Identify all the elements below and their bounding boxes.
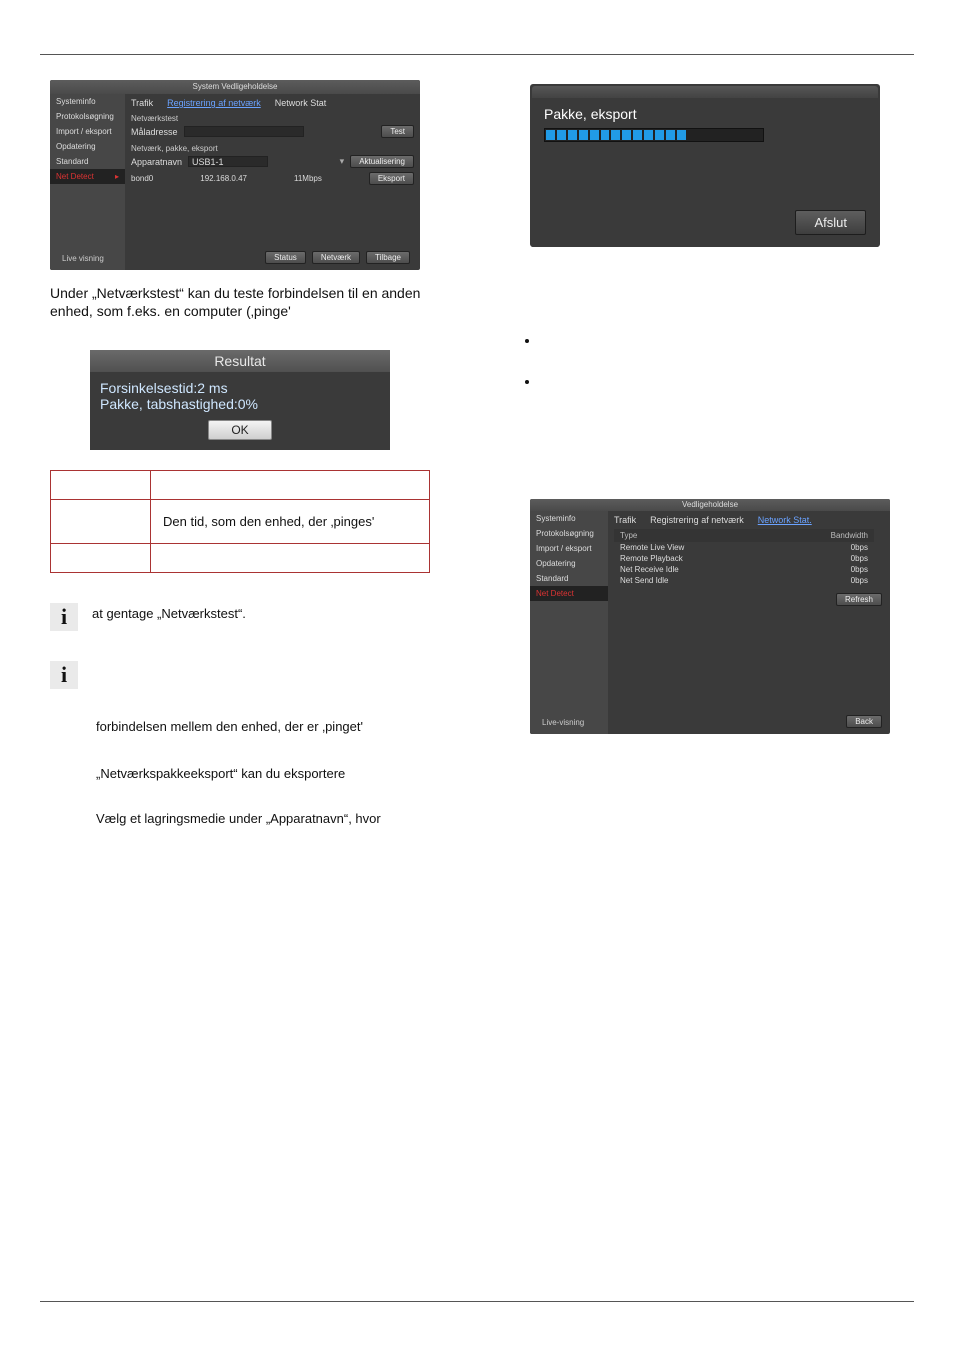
sidebar-item[interactable]: Systeminfo — [50, 94, 125, 109]
definition-table: Den tid, som den enhed, der ‚pinges' — [50, 470, 430, 573]
sidebar-item[interactable]: Protokolsøgning — [530, 526, 608, 541]
tab-trafik[interactable]: Trafik — [614, 515, 636, 525]
chevron-right-icon: ▸ — [115, 172, 119, 181]
info-text-1: at gentage „Netværkstest“. — [92, 603, 246, 623]
bullet-item — [540, 333, 890, 348]
tab-trafik[interactable]: Trafik — [131, 98, 153, 108]
tab-network-stat[interactable]: Network Stat — [275, 98, 327, 108]
afslut-button[interactable]: Afslut — [795, 210, 866, 235]
maintenance-panel-bandwidth: Vedligeholdelse Systeminfo Protokolsøgni… — [530, 499, 890, 734]
panel3-tabs: Trafik Registrering af netværk Network S… — [614, 515, 884, 525]
table-cell — [51, 471, 151, 500]
bw-type: Remote Playback — [620, 554, 683, 563]
pakke-title: Pakke, eksport — [532, 98, 878, 128]
paragraph-under-panel1: Under „Netværkstest“ kan du teste forbin… — [50, 284, 440, 320]
section-netvaerkstest: Netværkstest — [131, 114, 414, 123]
bw-val: 0bps — [851, 576, 868, 585]
tab-network-stat[interactable]: Network Stat. — [758, 515, 812, 525]
sidebar-item[interactable]: Opdatering — [50, 139, 125, 154]
table-cell — [51, 544, 151, 573]
panel3-title: Vedligeholdelse — [530, 499, 890, 511]
tab-registrering[interactable]: Registrering af netværk — [650, 515, 744, 525]
sidebar-item[interactable]: Import / eksport — [530, 541, 608, 556]
netvaerk-button[interactable]: Netværk — [312, 251, 360, 264]
info-icon: i — [50, 603, 78, 631]
sidebar-item-live[interactable]: Live-visning — [536, 715, 590, 730]
sidebar-item-selected[interactable]: Net Detect — [530, 586, 608, 601]
sidebar-item[interactable]: Standard — [50, 154, 125, 169]
sidebar-item[interactable]: Systeminfo — [530, 511, 608, 526]
bullet-item — [540, 374, 890, 389]
bw-val: 0bps — [851, 565, 868, 574]
bw-val: 0bps — [851, 554, 868, 563]
tab-row: Trafik Registrering af netværk Network S… — [131, 98, 414, 108]
test-button[interactable]: Test — [381, 125, 414, 138]
bw-type: Remote Live View — [620, 543, 684, 552]
sidebar-item[interactable]: Protokolsøgning — [50, 109, 125, 124]
dropdown-icon[interactable]: ▾ — [340, 156, 345, 167]
progress-bar — [544, 128, 764, 142]
resultat-title: Resultat — [90, 350, 390, 372]
bw-type: Net Receive Idle — [620, 565, 679, 574]
ip-input[interactable] — [184, 126, 304, 137]
status-button[interactable]: Status — [265, 251, 306, 264]
row-ip: 192.168.0.47 — [200, 174, 247, 183]
resultat-line2: Pakke, tabshastighed:0% — [100, 396, 380, 412]
sidebar-item[interactable]: Import / eksport — [50, 124, 125, 139]
tilbage-button[interactable]: Tilbage — [366, 251, 410, 264]
panel3-sidebar: Systeminfo Protokolsøgning Import / eksp… — [530, 511, 608, 734]
panel-title: System Vedligeholdelse — [50, 80, 420, 94]
ok-button[interactable]: OK — [208, 420, 271, 440]
panel-sidebar: Systeminfo Protokolsøgning Import / eksp… — [50, 94, 125, 270]
device-select[interactable]: USB1-1 — [188, 156, 268, 167]
plain-line-2: Vælg et lagringsmedie under „Apparatnavn… — [96, 811, 436, 826]
pakke-eksport-dialog: Pakke, eksport Afslut — [530, 84, 880, 247]
table-cell — [151, 471, 430, 500]
sidebar-item-live[interactable]: Live visning — [56, 251, 110, 266]
resultat-line1: Forsinkelsestid:2 ms — [100, 380, 380, 396]
table-cell — [51, 500, 151, 544]
tab-registrering[interactable]: Registrering af netværk — [167, 98, 261, 108]
aktualisering-button[interactable]: Aktualisering — [350, 155, 414, 168]
plain-line-1: „Netværkspakkeeksport“ kan du eksportere — [96, 766, 436, 781]
label-ip: Måladresse — [131, 127, 178, 137]
bw-val: 0bps — [851, 543, 868, 552]
refresh-button[interactable]: Refresh — [836, 593, 882, 606]
info-text-2b: forbindelsen mellem den enhed, der er ‚p… — [96, 719, 440, 734]
label-device: Apparatnavn — [131, 157, 182, 167]
col-type: Type — [620, 531, 637, 540]
sidebar-item-selected[interactable]: Net Detect▸ — [50, 169, 125, 184]
sidebar-item[interactable]: Opdatering — [530, 556, 608, 571]
maintenance-panel-1: System Vedligeholdelse Systeminfo Protok… — [50, 80, 420, 270]
table-cell — [151, 544, 430, 573]
bw-type: Net Send Idle — [620, 576, 668, 585]
resultat-dialog: Resultat Forsinkelsestid:2 ms Pakke, tab… — [90, 350, 390, 450]
sidebar-item[interactable]: Standard — [530, 571, 608, 586]
table-cell: Den tid, som den enhed, der ‚pinges' — [151, 500, 430, 544]
col-bandwidth: Bandwidth — [831, 531, 868, 540]
row-speed: 11Mbps — [294, 174, 322, 183]
eksport-button[interactable]: Eksport — [369, 172, 414, 185]
row-name: bond0 — [131, 174, 153, 183]
info-icon: i — [50, 661, 78, 689]
section-pakke-eksport: Netværk, pakke, eksport — [131, 144, 414, 153]
back-button[interactable]: Back — [846, 715, 882, 728]
